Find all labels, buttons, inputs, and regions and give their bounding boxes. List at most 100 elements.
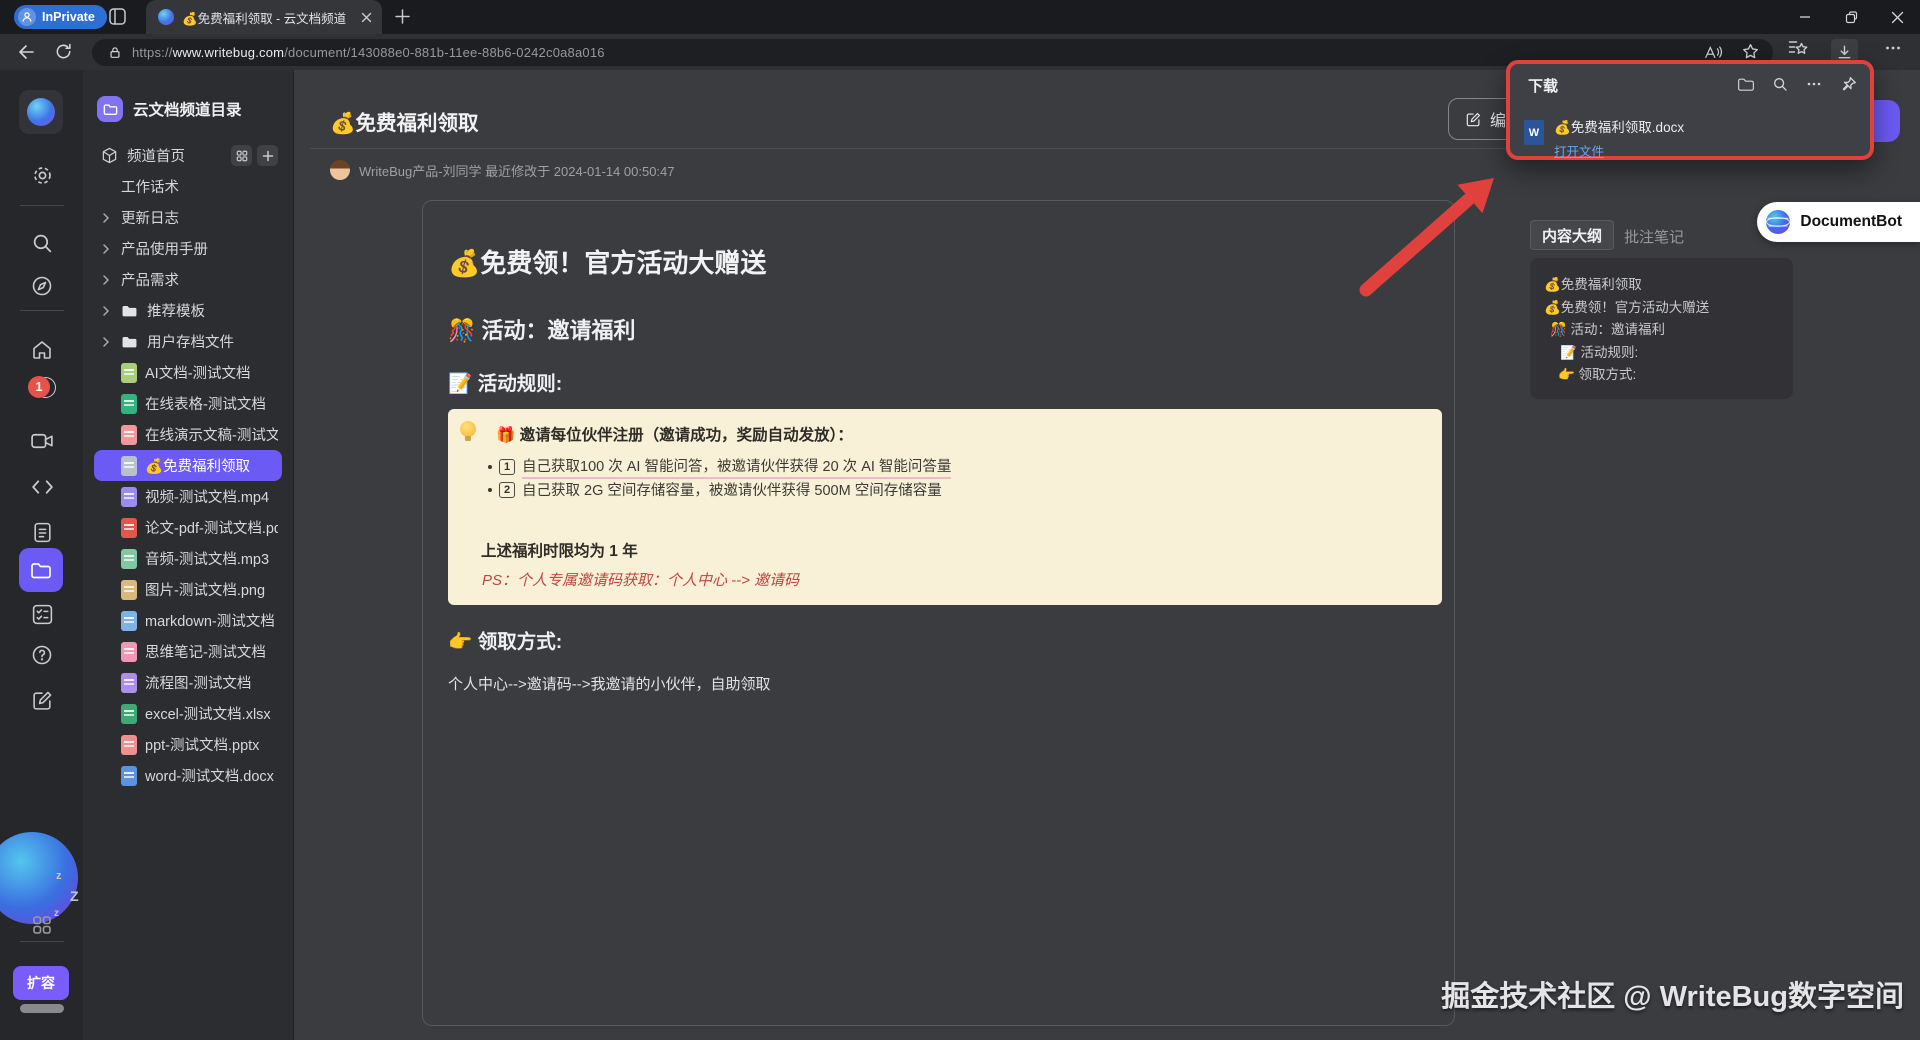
audio-file-icon: [121, 549, 137, 569]
notifications-icon[interactable]: 1: [28, 375, 56, 401]
minimize-button[interactable]: [1782, 0, 1828, 34]
search-downloads-icon[interactable]: [1768, 72, 1792, 96]
tree-item-file[interactable]: 在线演示文稿-测试文...: [94, 419, 282, 450]
tree-item-channel-home[interactable]: 频道首页: [94, 140, 282, 171]
excel-file-icon: [121, 704, 137, 724]
add-document-button[interactable]: [257, 145, 278, 166]
meeting-video-icon[interactable]: [20, 424, 64, 458]
document-body: 💰免费领！官方活动大赠送 🎊 活动：邀请福利 📝 活动规则: 🎁 邀请每位伙伴注…: [422, 200, 1455, 1026]
read-aloud-icon[interactable]: [1704, 44, 1722, 60]
tab-content-outline[interactable]: 内容大纲: [1530, 220, 1614, 250]
ai-doc-icon: [121, 363, 137, 383]
tree-item-file[interactable]: 音频-测试文档.mp3: [94, 543, 282, 574]
downloads-more-icon[interactable]: [1802, 72, 1826, 96]
tree-item-file[interactable]: 流程图-测试文档: [94, 667, 282, 698]
outline-item[interactable]: 📝 活动规则:: [1544, 340, 1779, 363]
home-icon[interactable]: [20, 333, 64, 367]
workspaces-icon[interactable]: [108, 7, 127, 26]
tree-item[interactable]: 工作话术: [94, 171, 282, 202]
tree-item[interactable]: 产品使用手册: [94, 233, 282, 264]
sidebar-drag-handle[interactable]: [20, 1004, 64, 1013]
chevron-right-icon: [101, 243, 113, 255]
pin-downloads-icon[interactable]: [1836, 72, 1860, 96]
flowchart-file-icon: [121, 673, 137, 693]
tree-item-selected[interactable]: 💰免费福利领取: [94, 450, 282, 481]
back-icon[interactable]: [16, 42, 36, 62]
favorites-bar-icon[interactable]: [1788, 39, 1808, 57]
tree-item-file[interactable]: 视频-测试文档.mp4: [94, 481, 282, 512]
tree-item-file[interactable]: 论文-pdf-测试文档.pdf: [94, 512, 282, 543]
tree-item-file[interactable]: 思维笔记-测试文档: [94, 636, 282, 667]
close-window-button[interactable]: [1874, 0, 1920, 34]
image-file-icon: [121, 580, 137, 600]
tree-item-file[interactable]: markdown-测试文档: [94, 605, 282, 636]
tree-item-file[interactable]: excel-测试文档.xlsx: [94, 698, 282, 729]
expand-storage-button[interactable]: 扩容: [13, 966, 69, 1000]
doc-heading-rules: 📝 活动规则:: [448, 367, 562, 396]
tree-item-file[interactable]: 在线表格-测试文档: [94, 388, 282, 419]
tree-item[interactable]: 更新日志: [94, 202, 282, 233]
inprivate-label: InPrivate: [42, 10, 95, 24]
outline-item[interactable]: 👉 领取方式:: [1544, 362, 1779, 385]
lightbulb-icon: [460, 421, 476, 437]
new-tab-button[interactable]: [394, 8, 411, 25]
tab-close-icon[interactable]: [361, 12, 372, 23]
writebug-logo[interactable]: [19, 90, 63, 134]
open-downloads-folder-icon[interactable]: [1734, 72, 1758, 96]
outline-item[interactable]: 💰免费福利领取: [1544, 272, 1779, 295]
code-icon[interactable]: [20, 470, 64, 504]
writebug-mascot-icon: [27, 98, 55, 126]
tree-item-folder[interactable]: 用户存档文件: [94, 326, 282, 357]
open-file-link[interactable]: 打开文件: [1554, 141, 1604, 160]
profile-avatar-icon: [18, 8, 36, 26]
tree-item-file[interactable]: ppt-测试文档.pptx: [94, 729, 282, 760]
callout-bullet: 1 自己获取100 次 AI 智能问答，被邀请伙伴获得 20 次 AI 智能问答…: [488, 455, 951, 479]
markdown-file-icon: [121, 611, 137, 631]
keycap-2-icon: 2: [499, 482, 515, 498]
callout-note-red: PS：个人专属邀请码获取：个人中心 --> 邀请码: [482, 569, 799, 590]
download-item[interactable]: W 💰免费福利领取.docx 打开文件: [1524, 116, 1684, 161]
tree-item[interactable]: 产品需求: [94, 264, 282, 295]
apps-grid-icon[interactable]: [20, 908, 64, 942]
slides-doc-icon: [121, 425, 137, 445]
outline-item[interactable]: 💰免费领！官方活动大赠送: [1544, 295, 1779, 318]
settings-gear-icon[interactable]: [20, 158, 64, 192]
outline-card: 💰免费福利领取 💰免费领！官方活动大赠送 🎊 活动：邀请福利 📝 活动规则: 👉…: [1530, 258, 1793, 399]
channel-directory-header[interactable]: 云文档频道目录: [83, 92, 293, 126]
keycap-1-icon: 1: [499, 459, 515, 475]
tree-item-file[interactable]: AI文档-测试文档: [94, 357, 282, 388]
favorite-star-icon[interactable]: [1742, 43, 1759, 60]
doc-icon: [121, 456, 137, 476]
lock-icon[interactable]: [108, 45, 122, 60]
app-sidebar: 1 z Z z: [0, 70, 83, 1040]
document-list-icon[interactable]: [20, 515, 64, 549]
help-icon[interactable]: [20, 638, 64, 672]
inprivate-badge[interactable]: InPrivate: [14, 5, 107, 29]
folder-icon: [121, 304, 139, 318]
compass-explore-icon[interactable]: [20, 269, 64, 303]
task-checklist-icon[interactable]: [20, 597, 64, 631]
documentbot-button[interactable]: DocumentBot: [1757, 202, 1920, 242]
downloads-title: 下载: [1528, 75, 1558, 96]
browser-tab[interactable]: 💰免费福利领取 - 云文档频道 - 官: [146, 0, 382, 34]
compose-edit-icon[interactable]: [20, 683, 64, 717]
sleep-z: Z: [70, 888, 79, 904]
mindnote-file-icon: [121, 642, 137, 662]
search-icon[interactable]: [20, 226, 64, 260]
callout-note-bold: 上述福利时限均为 1 年: [481, 539, 638, 561]
tab-annotation-notes[interactable]: 批注笔记: [1624, 226, 1684, 247]
callout-bullet: 2 自己获取 2G 空间存储容量，被邀请伙伴获得 500M 空间存储容量: [488, 479, 942, 500]
downloads-popup: 下载 W 💰免费福利领取.docx 打开文件: [1506, 60, 1874, 160]
restore-button[interactable]: [1828, 0, 1874, 34]
channel-tree-panel: 云文档频道目录 频道首页: [83, 70, 294, 1040]
tree-item-file[interactable]: 图片-测试文档.png: [94, 574, 282, 605]
cloud-docs-folder-icon[interactable]: [19, 548, 63, 592]
tree-item-folder[interactable]: 推荐模板: [94, 295, 282, 326]
outline-item[interactable]: 🎊 活动：邀请福利: [1544, 317, 1779, 340]
refresh-icon[interactable]: [54, 42, 73, 61]
grid-view-button[interactable]: [231, 145, 252, 166]
chevron-right-icon: [101, 336, 113, 348]
settings-more-icon[interactable]: [1884, 39, 1902, 57]
video-file-icon: [121, 487, 137, 507]
tree-item-file[interactable]: word-测试文档.docx: [94, 760, 282, 791]
